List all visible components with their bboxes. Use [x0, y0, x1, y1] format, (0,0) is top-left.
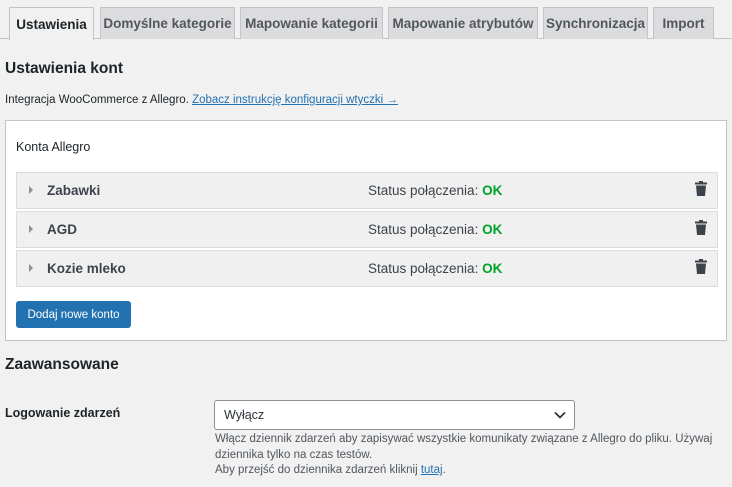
triangle-right-icon[interactable] [29, 264, 33, 272]
status-label: Status połączenia: [368, 222, 479, 237]
account-row[interactable]: AGD Status połączenia: OK [16, 211, 718, 248]
intro-text: Integracja WooCommerce z Allegro. Zobacz… [5, 94, 398, 106]
logging-select-value: Wyłącz [224, 408, 265, 422]
trash-icon[interactable] [695, 181, 707, 196]
tab-mapowanie-kategorii[interactable]: Mapowanie kategorii [240, 7, 383, 39]
logging-select[interactable]: Wyłącz [214, 400, 575, 430]
box-title: Konta Allegro [16, 140, 91, 154]
trash-icon[interactable] [695, 259, 707, 274]
triangle-right-icon[interactable] [29, 186, 33, 194]
triangle-right-icon[interactable] [29, 225, 33, 233]
allegro-accounts-box: Konta Allegro Zabawki Status połączenia:… [5, 120, 727, 341]
status-value: OK [482, 261, 503, 276]
section-title-accounts: Ustawienia kont [5, 60, 123, 77]
tab-domyslne-kategorie[interactable]: Domyślne kategorie [100, 7, 235, 39]
status-label: Status połączenia: [368, 183, 479, 198]
add-account-button[interactable]: Dodaj nowe konto [16, 301, 131, 328]
intro-label: Integracja WooCommerce z Allegro. [5, 94, 189, 106]
section-title-advanced: Zaawansowane [5, 356, 119, 373]
connection-status: Status połączenia: OK [368, 222, 502, 237]
config-instructions-link[interactable]: Zobacz instrukcję konfiguracji wtyczki → [192, 94, 398, 106]
tab-mapowanie-atrybutow[interactable]: Mapowanie atrybutów [388, 7, 538, 39]
status-value: OK [482, 183, 503, 198]
tab-ustawienia[interactable]: Ustawienia [9, 7, 94, 40]
account-name: AGD [47, 222, 77, 237]
logging-description: Włącz dziennik zdarzeń aby zapisywać wsz… [215, 432, 715, 479]
trash-icon[interactable] [695, 220, 707, 235]
tab-import[interactable]: Import [653, 7, 714, 39]
account-row[interactable]: Kozie mleko Status połączenia: OK [16, 250, 718, 287]
logging-link-prefix: Aby przejść do dziennika zdarzeń kliknij [215, 464, 418, 476]
settings-tabs: Ustawienia Domyślne kategorie Mapowanie … [0, 0, 732, 40]
connection-status: Status połączenia: OK [368, 261, 502, 276]
log-viewer-link[interactable]: tutaj [421, 464, 443, 476]
logging-link-suffix: . [442, 464, 446, 476]
logging-label: Logowanie zdarzeń [5, 406, 121, 420]
connection-status: Status połączenia: OK [368, 183, 502, 198]
account-row[interactable]: Zabawki Status połączenia: OK [16, 172, 718, 209]
tab-synchronizacja[interactable]: Synchronizacja [543, 7, 648, 39]
status-value: OK [482, 222, 503, 237]
account-name: Kozie mleko [47, 261, 126, 276]
logging-description-text: Włącz dziennik zdarzeń aby zapisywać wsz… [215, 433, 713, 461]
account-name: Zabawki [47, 183, 101, 198]
chevron-down-icon [554, 411, 566, 419]
status-label: Status połączenia: [368, 261, 479, 276]
